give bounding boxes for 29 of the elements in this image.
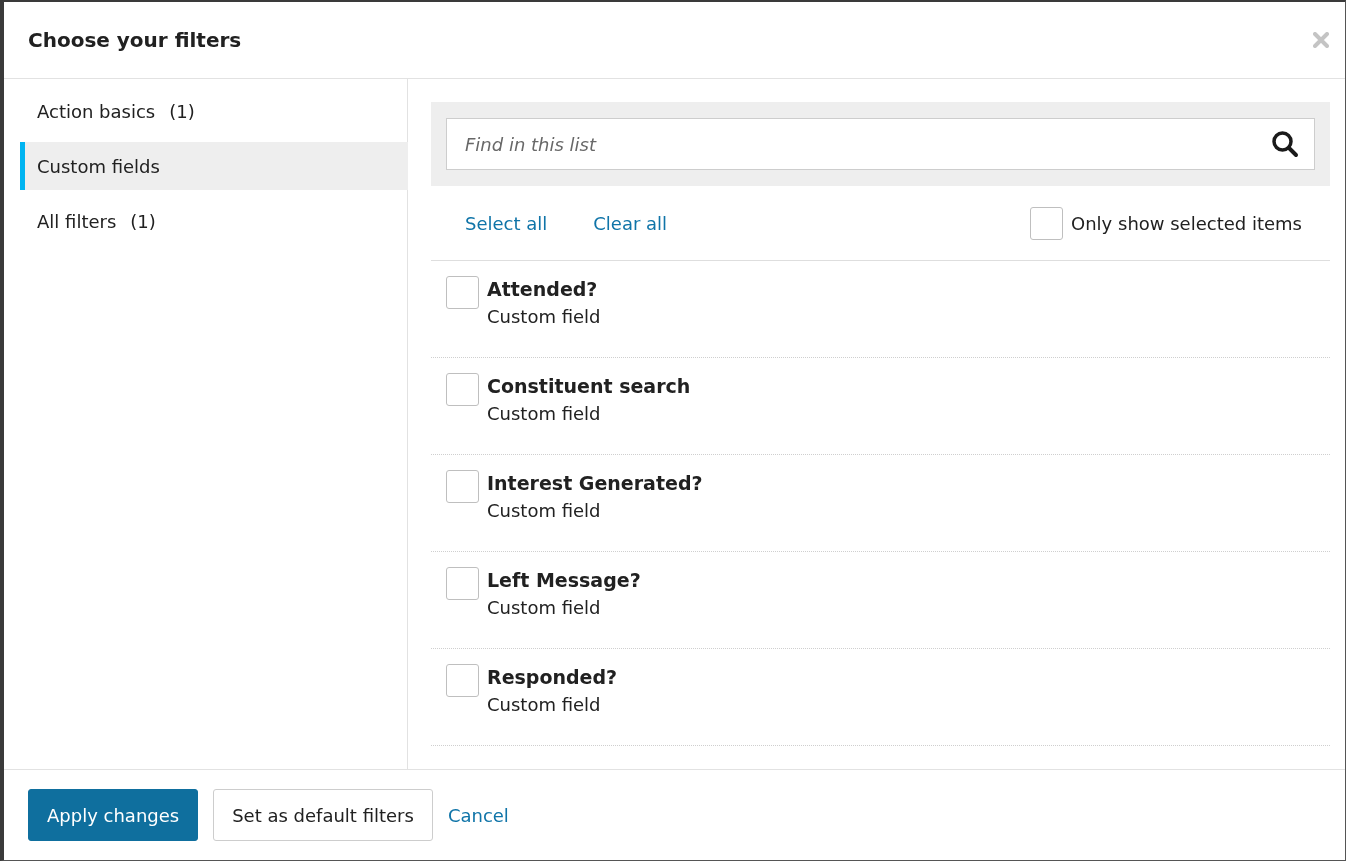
close-icon[interactable] <box>1313 32 1329 48</box>
item-subtitle: Custom field <box>487 306 601 327</box>
sidebar-item[interactable]: Custom fields <box>20 142 408 190</box>
checkbox[interactable] <box>446 664 479 697</box>
checkbox[interactable] <box>446 373 479 406</box>
checkbox[interactable] <box>446 470 479 503</box>
item-title: Responded? <box>487 666 618 688</box>
checkbox-label: Only show selected items <box>1071 212 1302 234</box>
select-all-link[interactable]: Select all <box>465 212 548 234</box>
item-title: Constituent search <box>487 375 691 397</box>
search-field[interactable]: Find in this list <box>446 118 1315 170</box>
checkbox[interactable] <box>446 567 479 600</box>
item-title: Left Message? <box>487 569 641 591</box>
checkbox[interactable] <box>1030 206 1064 240</box>
checkbox[interactable] <box>446 276 479 309</box>
item-title: Interest Generated? <box>487 472 703 494</box>
item-subtitle: Custom field <box>487 597 602 618</box>
apply-button[interactable]: Apply changes <box>28 789 199 841</box>
clear-all-link[interactable]: Clear all <box>593 212 668 234</box>
sidebar-item[interactable]: Action basics (1) <box>20 87 408 135</box>
set-default-button[interactable]: Set as default filters <box>213 789 433 841</box>
item-subtitle: Custom field <box>487 500 602 521</box>
cancel-link[interactable]: Cancel <box>447 804 509 826</box>
search-icon[interactable] <box>1271 130 1299 158</box>
dialog-title: Choose your filters <box>28 28 242 52</box>
sidebar-item[interactable]: All filters (1) <box>20 197 408 245</box>
item-subtitle: Custom field <box>487 403 602 424</box>
item-title: Attended? <box>487 278 599 300</box>
item-subtitle: Custom field <box>487 694 602 715</box>
